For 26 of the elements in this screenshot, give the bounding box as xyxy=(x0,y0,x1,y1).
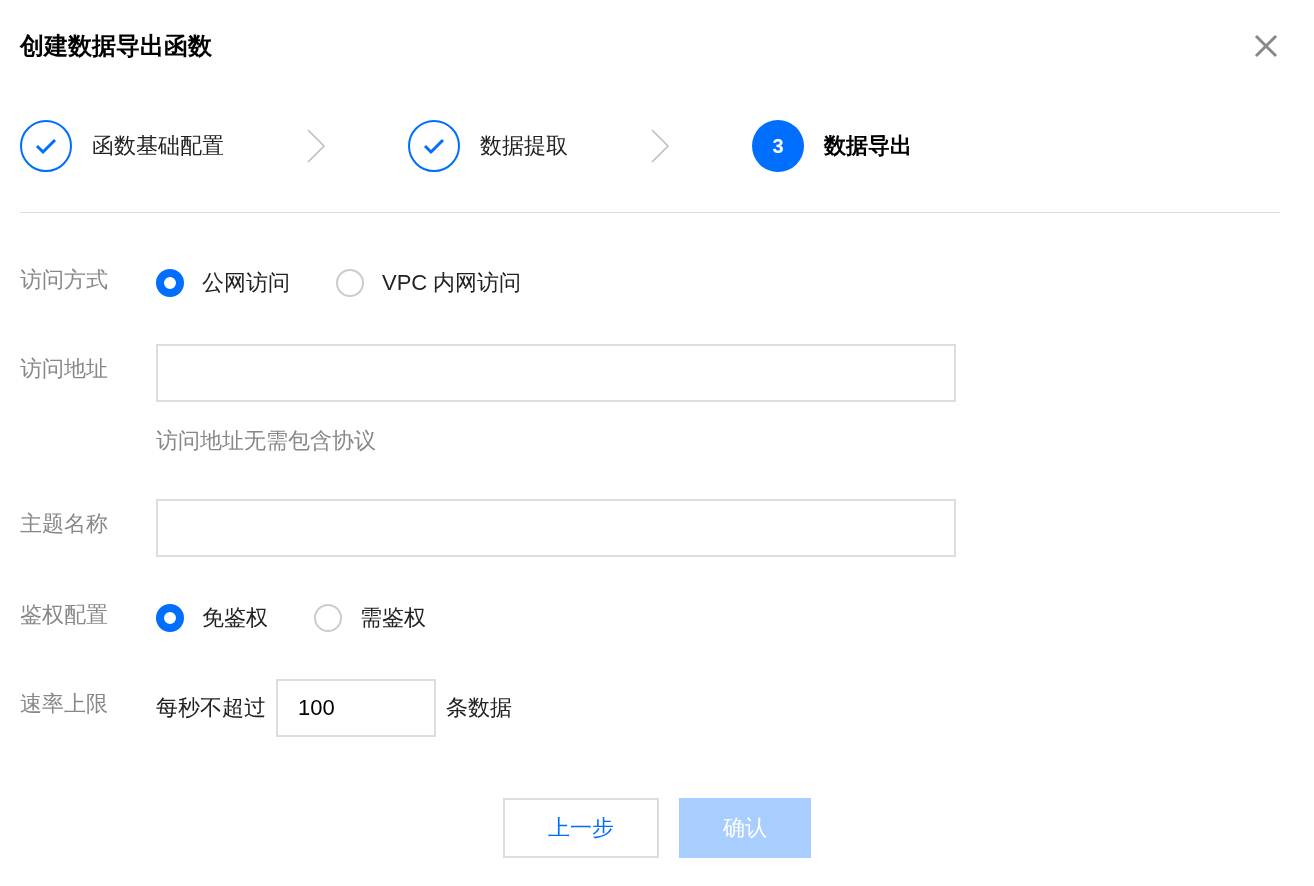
chevron-icon xyxy=(650,128,670,164)
radio-option[interactable]: VPC 内网访问 xyxy=(336,268,522,298)
field-label: 访问方式 xyxy=(20,266,109,294)
back-button[interactable]: 上一步 xyxy=(503,798,659,858)
field-label: 鉴权配置 xyxy=(20,601,109,629)
field-label: 主题名称 xyxy=(20,510,109,538)
check-circle-icon xyxy=(408,120,460,172)
radio-option[interactable]: 公网访问 xyxy=(156,268,290,298)
radio-option[interactable]: 需鉴权 xyxy=(314,603,426,633)
rate-suffix: 条数据 xyxy=(446,694,512,722)
step-number: 3 xyxy=(752,120,804,172)
text-field[interactable] xyxy=(156,344,956,402)
step-label: 数据提取 xyxy=(480,132,568,160)
close-icon[interactable] xyxy=(1254,34,1278,58)
check-circle-icon xyxy=(20,120,72,172)
help-text: 访问地址无需包含协议 xyxy=(156,427,377,455)
rate-field[interactable]: 100 xyxy=(276,679,436,737)
field-label: 访问地址 xyxy=(20,355,109,383)
radio-option[interactable]: 免鉴权 xyxy=(156,603,268,633)
rate-prefix: 每秒不超过 xyxy=(156,694,266,722)
field-label: 速率上限 xyxy=(20,690,109,718)
step-label: 数据导出 xyxy=(824,132,912,160)
chevron-icon xyxy=(306,128,326,164)
dialog-title: 创建数据导出函数 xyxy=(20,31,212,61)
step-label: 函数基础配置 xyxy=(92,132,224,160)
text-field[interactable] xyxy=(156,499,956,557)
